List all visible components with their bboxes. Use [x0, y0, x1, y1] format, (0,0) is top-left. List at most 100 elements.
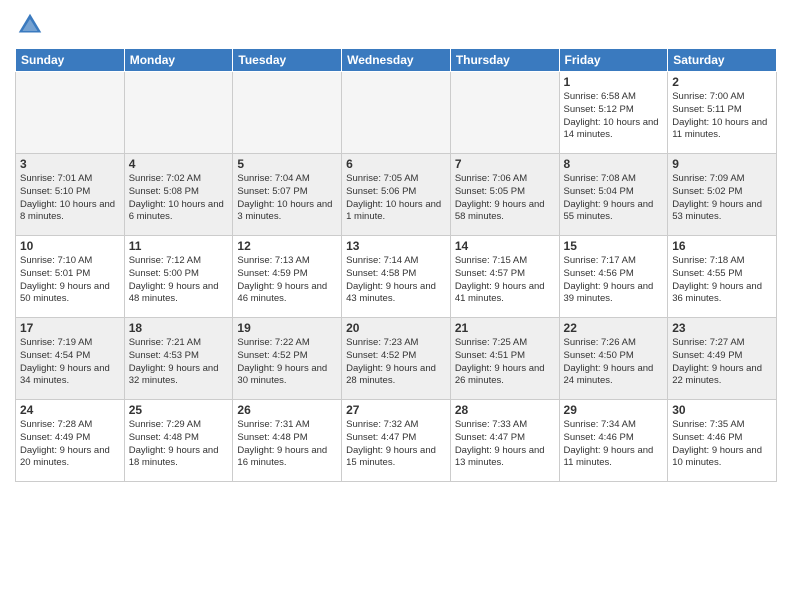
day-info: Sunrise: 7:22 AM Sunset: 4:52 PM Dayligh…: [237, 337, 337, 388]
day-number: 23: [672, 321, 772, 335]
day-number: 18: [129, 321, 229, 335]
day-cell: 1 Sunrise: 6:58 AM Sunset: 5:12 PM Daylig…: [559, 72, 668, 154]
day-cell: 19 Sunrise: 7:22 AM Sunset: 4:52 PM Dayli…: [233, 318, 342, 400]
day-info: Sunrise: 7:15 AM Sunset: 4:57 PM Dayligh…: [455, 255, 555, 306]
day-info: Sunrise: 7:05 AM Sunset: 5:06 PM Dayligh…: [346, 173, 446, 224]
day-info: Sunrise: 7:27 AM Sunset: 4:49 PM Dayligh…: [672, 337, 772, 388]
day-number: 24: [20, 403, 120, 417]
day-info: Sunrise: 7:08 AM Sunset: 5:04 PM Dayligh…: [564, 173, 664, 224]
day-cell: 9 Sunrise: 7:09 AM Sunset: 5:02 PM Daylig…: [668, 154, 777, 236]
day-number: 26: [237, 403, 337, 417]
day-header: Saturday: [668, 49, 777, 72]
day-cell: 30Sunrise: 7:35 AM Sunset: 4:46 PM Dayli…: [668, 400, 777, 482]
day-cell: 16 Sunrise: 7:18 AM Sunset: 4:55 PM Dayli…: [668, 236, 777, 318]
day-cell: 13 Sunrise: 7:14 AM Sunset: 4:58 PM Dayli…: [342, 236, 451, 318]
day-info: Sunrise: 7:19 AM Sunset: 4:54 PM Dayligh…: [20, 337, 120, 388]
day-number: 29: [564, 403, 664, 417]
day-cell: 7 Sunrise: 7:06 AM Sunset: 5:05 PM Daylig…: [450, 154, 559, 236]
day-cell: 12Sunrise: 7:13 AM Sunset: 4:59 PM Dayli…: [233, 236, 342, 318]
week-row: 3 Sunrise: 7:01 AM Sunset: 5:10 PM Daylig…: [16, 154, 777, 236]
day-number: 27: [346, 403, 446, 417]
day-info: Sunrise: 7:04 AM Sunset: 5:07 PM Dayligh…: [237, 173, 337, 224]
day-info: Sunrise: 7:21 AM Sunset: 4:53 PM Dayligh…: [129, 337, 229, 388]
day-cell: 18 Sunrise: 7:21 AM Sunset: 4:53 PM Dayli…: [124, 318, 233, 400]
day-number: 9: [672, 157, 772, 171]
day-header: Friday: [559, 49, 668, 72]
day-info: Sunrise: 7:13 AM Sunset: 4:59 PM Dayligh…: [237, 255, 337, 306]
day-number: 25: [129, 403, 229, 417]
day-info: Sunrise: 7:28 AM Sunset: 4:49 PM Dayligh…: [20, 419, 120, 470]
week-row: 1 Sunrise: 6:58 AM Sunset: 5:12 PM Daylig…: [16, 72, 777, 154]
day-cell: 17 Sunrise: 7:19 AM Sunset: 4:54 PM Dayli…: [16, 318, 125, 400]
day-info: Sunrise: 6:58 AM Sunset: 5:12 PM Dayligh…: [564, 91, 664, 142]
week-row: 10Sunrise: 7:10 AM Sunset: 5:01 PM Dayli…: [16, 236, 777, 318]
day-info: Sunrise: 7:01 AM Sunset: 5:10 PM Dayligh…: [20, 173, 120, 224]
week-row: 17 Sunrise: 7:19 AM Sunset: 4:54 PM Dayli…: [16, 318, 777, 400]
day-header: Sunday: [16, 49, 125, 72]
day-cell: 4 Sunrise: 7:02 AM Sunset: 5:08 PM Daylig…: [124, 154, 233, 236]
day-number: 20: [346, 321, 446, 335]
day-cell: 11 Sunrise: 7:12 AM Sunset: 5:00 PM Dayli…: [124, 236, 233, 318]
day-cell: 28Sunrise: 7:33 AM Sunset: 4:47 PM Dayli…: [450, 400, 559, 482]
day-info: Sunrise: 7:34 AM Sunset: 4:46 PM Dayligh…: [564, 419, 664, 470]
day-cell: 3 Sunrise: 7:01 AM Sunset: 5:10 PM Daylig…: [16, 154, 125, 236]
day-info: Sunrise: 7:10 AM Sunset: 5:01 PM Dayligh…: [20, 255, 120, 306]
day-info: Sunrise: 7:17 AM Sunset: 4:56 PM Dayligh…: [564, 255, 664, 306]
day-cell: [233, 72, 342, 154]
day-number: 17: [20, 321, 120, 335]
logo-icon: [15, 10, 45, 40]
day-header: Thursday: [450, 49, 559, 72]
day-info: Sunrise: 7:09 AM Sunset: 5:02 PM Dayligh…: [672, 173, 772, 224]
week-row: 24 Sunrise: 7:28 AM Sunset: 4:49 PM Dayli…: [16, 400, 777, 482]
day-info: Sunrise: 7:33 AM Sunset: 4:47 PM Dayligh…: [455, 419, 555, 470]
day-info: Sunrise: 7:14 AM Sunset: 4:58 PM Dayligh…: [346, 255, 446, 306]
day-info: Sunrise: 7:12 AM Sunset: 5:00 PM Dayligh…: [129, 255, 229, 306]
day-cell: 29 Sunrise: 7:34 AM Sunset: 4:46 PM Dayli…: [559, 400, 668, 482]
header: [15, 10, 777, 40]
day-cell: 14 Sunrise: 7:15 AM Sunset: 4:57 PM Dayli…: [450, 236, 559, 318]
day-cell: [450, 72, 559, 154]
day-cell: [124, 72, 233, 154]
page: SundayMondayTuesdayWednesdayThursdayFrid…: [0, 0, 792, 612]
header-row: SundayMondayTuesdayWednesdayThursdayFrid…: [16, 49, 777, 72]
day-cell: 2Sunrise: 7:00 AM Sunset: 5:11 PM Daylig…: [668, 72, 777, 154]
day-info: Sunrise: 7:25 AM Sunset: 4:51 PM Dayligh…: [455, 337, 555, 388]
day-number: 7: [455, 157, 555, 171]
day-info: Sunrise: 7:06 AM Sunset: 5:05 PM Dayligh…: [455, 173, 555, 224]
day-number: 4: [129, 157, 229, 171]
day-number: 19: [237, 321, 337, 335]
day-cell: 23 Sunrise: 7:27 AM Sunset: 4:49 PM Dayli…: [668, 318, 777, 400]
day-info: Sunrise: 7:32 AM Sunset: 4:47 PM Dayligh…: [346, 419, 446, 470]
day-number: 22: [564, 321, 664, 335]
day-info: Sunrise: 7:31 AM Sunset: 4:48 PM Dayligh…: [237, 419, 337, 470]
day-number: 8: [564, 157, 664, 171]
day-number: 2: [672, 75, 772, 89]
day-cell: 5 Sunrise: 7:04 AM Sunset: 5:07 PM Daylig…: [233, 154, 342, 236]
day-number: 13: [346, 239, 446, 253]
logo: [15, 10, 49, 40]
day-info: Sunrise: 7:29 AM Sunset: 4:48 PM Dayligh…: [129, 419, 229, 470]
day-number: 11: [129, 239, 229, 253]
day-cell: 22Sunrise: 7:26 AM Sunset: 4:50 PM Dayli…: [559, 318, 668, 400]
day-cell: 20 Sunrise: 7:23 AM Sunset: 4:52 PM Dayli…: [342, 318, 451, 400]
day-cell: 21Sunrise: 7:25 AM Sunset: 4:51 PM Dayli…: [450, 318, 559, 400]
day-number: 3: [20, 157, 120, 171]
day-cell: 24 Sunrise: 7:28 AM Sunset: 4:49 PM Dayli…: [16, 400, 125, 482]
day-number: 15: [564, 239, 664, 253]
day-header: Monday: [124, 49, 233, 72]
day-info: Sunrise: 7:18 AM Sunset: 4:55 PM Dayligh…: [672, 255, 772, 306]
day-number: 5: [237, 157, 337, 171]
day-number: 1: [564, 75, 664, 89]
day-cell: [342, 72, 451, 154]
day-info: Sunrise: 7:02 AM Sunset: 5:08 PM Dayligh…: [129, 173, 229, 224]
day-header: Tuesday: [233, 49, 342, 72]
calendar: SundayMondayTuesdayWednesdayThursdayFrid…: [15, 48, 777, 482]
day-cell: 8 Sunrise: 7:08 AM Sunset: 5:04 PM Daylig…: [559, 154, 668, 236]
day-number: 16: [672, 239, 772, 253]
day-cell: 27 Sunrise: 7:32 AM Sunset: 4:47 PM Dayli…: [342, 400, 451, 482]
day-number: 14: [455, 239, 555, 253]
day-info: Sunrise: 7:23 AM Sunset: 4:52 PM Dayligh…: [346, 337, 446, 388]
day-cell: 10Sunrise: 7:10 AM Sunset: 5:01 PM Dayli…: [16, 236, 125, 318]
day-cell: 15 Sunrise: 7:17 AM Sunset: 4:56 PM Dayli…: [559, 236, 668, 318]
day-cell: 6Sunrise: 7:05 AM Sunset: 5:06 PM Daylig…: [342, 154, 451, 236]
